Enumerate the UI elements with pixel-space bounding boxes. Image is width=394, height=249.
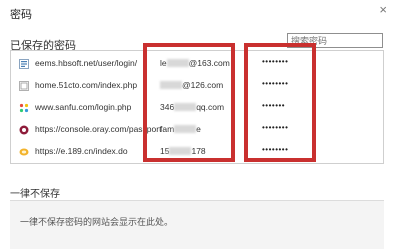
redacted-mark — [169, 147, 192, 155]
username: @126.com — [160, 80, 223, 90]
never-save-empty-text: 一律不保存密码的网站会显示在此处。 — [20, 217, 174, 227]
password-row[interactable]: www.sanfu.com/login.php 346 qq.com ••••••… — [11, 98, 383, 120]
redacted-mark — [174, 125, 197, 133]
site-url: home.51cto.com/index.php — [35, 80, 138, 90]
never-save-panel: 一律不保存密码的网站会显示在此处。 — [10, 200, 384, 249]
username: 15 178 — [160, 146, 206, 156]
sanfu-favicon-icon — [19, 103, 29, 113]
close-icon[interactable]: × — [379, 3, 387, 16]
password-row[interactable]: https://console.oray.com/passport fam e •… — [11, 120, 383, 142]
username: le @163.com — [160, 58, 230, 68]
password-row[interactable]: home.51cto.com/index.php @126.com ••••••… — [11, 76, 383, 98]
site-url: https://e.189.cn/index.do — [35, 146, 128, 156]
password-mask: •••••••• — [262, 145, 289, 154]
password-mask: •••••••• — [262, 123, 289, 132]
redacted-mark — [160, 81, 182, 89]
hbsoft-favicon-icon — [19, 59, 29, 69]
username: 346 qq.com — [160, 102, 225, 112]
password-dialog: 密码 × 已保存的密码 eems.hbsoft.net/user/login/ … — [0, 0, 394, 249]
dialog-title: 密码 — [10, 9, 32, 21]
redacted-mark — [174, 103, 197, 111]
never-save-heading: 一律不保存 — [10, 189, 60, 200]
password-mask: •••••••• — [262, 79, 289, 88]
redacted-mark — [166, 59, 189, 67]
password-row[interactable]: eems.hbsoft.net/user/login/ le @163.com •… — [11, 54, 383, 76]
51cto-favicon-icon — [19, 81, 29, 91]
site-url: www.sanfu.com/login.php — [35, 102, 132, 112]
saved-passwords-list: eems.hbsoft.net/user/login/ le @163.com •… — [10, 50, 384, 164]
site-url: eems.hbsoft.net/user/login/ — [35, 58, 138, 68]
oray-favicon-icon — [19, 125, 29, 135]
search-passwords-input[interactable] — [287, 33, 383, 48]
password-row[interactable]: https://e.189.cn/index.do 15 178 •••••••• — [11, 142, 383, 164]
189-favicon-icon — [19, 148, 29, 156]
password-mask: ••••••• — [262, 101, 286, 110]
password-mask: •••••••• — [262, 57, 289, 66]
username: fam e — [160, 124, 201, 134]
site-url: https://console.oray.com/passport — [35, 124, 161, 134]
